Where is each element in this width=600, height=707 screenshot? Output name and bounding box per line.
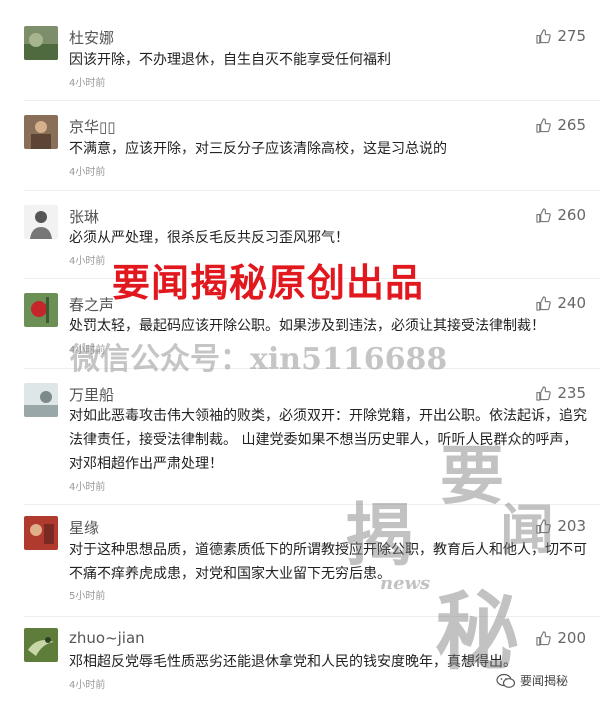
like-count: 260 [557,206,586,224]
avatar[interactable] [24,205,58,239]
thumbs-up-icon [536,385,552,401]
comment-author[interactable]: 万里船 [69,384,114,405]
avatar[interactable] [24,383,58,417]
avatar[interactable] [24,628,58,662]
comment-time: 4小时前 [69,482,106,493]
stamp-char: 要 [440,439,504,514]
comment-text: 不满意，应该开除，对三反分子应该清除高校，这是习总说的 [69,141,447,157]
comment-text: 因该开除，不办理退休，自生自灭不能享受任何福利 [69,52,391,68]
like-button[interactable]: 240 [536,294,586,312]
comment-author[interactable]: 京华▯▯ [69,116,116,137]
watermark-stamp: 要 揭 闻 news 秘 [340,425,580,681]
comment-time: 4小时前 [69,680,106,691]
comment-text: 必须从严处理，很杀反毛反共反习歪风邪气！ [69,230,349,246]
wechat-icon [496,673,516,688]
comment-time: 5小时前 [69,591,106,602]
thumbs-up-icon [536,207,552,223]
comment-time: 4小时前 [69,167,106,178]
comment-author[interactable]: 张琳 [69,206,99,227]
stamp-char: 秘 [435,582,520,681]
avatar[interactable] [24,26,58,60]
watermark-subtitle: 微信公众号：xin5116688 [70,342,448,377]
like-count: 240 [557,294,586,312]
like-button[interactable]: 275 [536,27,586,45]
watermark-title: 要闻揭秘原创出品 [112,260,425,305]
comment-author[interactable]: 杜安娜 [69,27,114,48]
stamp-char: 揭 [345,496,414,576]
like-button[interactable]: 260 [536,206,586,224]
like-button[interactable]: 235 [536,384,586,402]
thumbs-up-icon [536,28,552,44]
divider [24,190,600,191]
like-count: 265 [557,116,586,134]
like-button[interactable]: 265 [536,116,586,134]
comment-author[interactable]: 春之声 [69,294,114,315]
comment-author[interactable]: zhuo~jian [69,629,145,647]
comment-time: 4小时前 [69,78,106,89]
avatar[interactable] [24,115,58,149]
avatar[interactable] [24,516,58,550]
like-count: 235 [557,384,586,402]
divider [24,100,600,101]
avatar[interactable] [24,293,58,327]
like-count: 275 [557,27,586,45]
thumbs-up-icon [536,295,552,311]
brand-label: 要闻揭秘 [520,674,569,688]
brand-badge[interactable]: 要闻揭秘 [496,672,568,689]
thumbs-up-icon [536,117,552,133]
stamp-small: news [380,573,431,594]
stamp-char: 闻 [500,497,554,561]
comment-author[interactable]: 星缘 [69,517,99,538]
comment-time: 4小时前 [69,256,106,267]
